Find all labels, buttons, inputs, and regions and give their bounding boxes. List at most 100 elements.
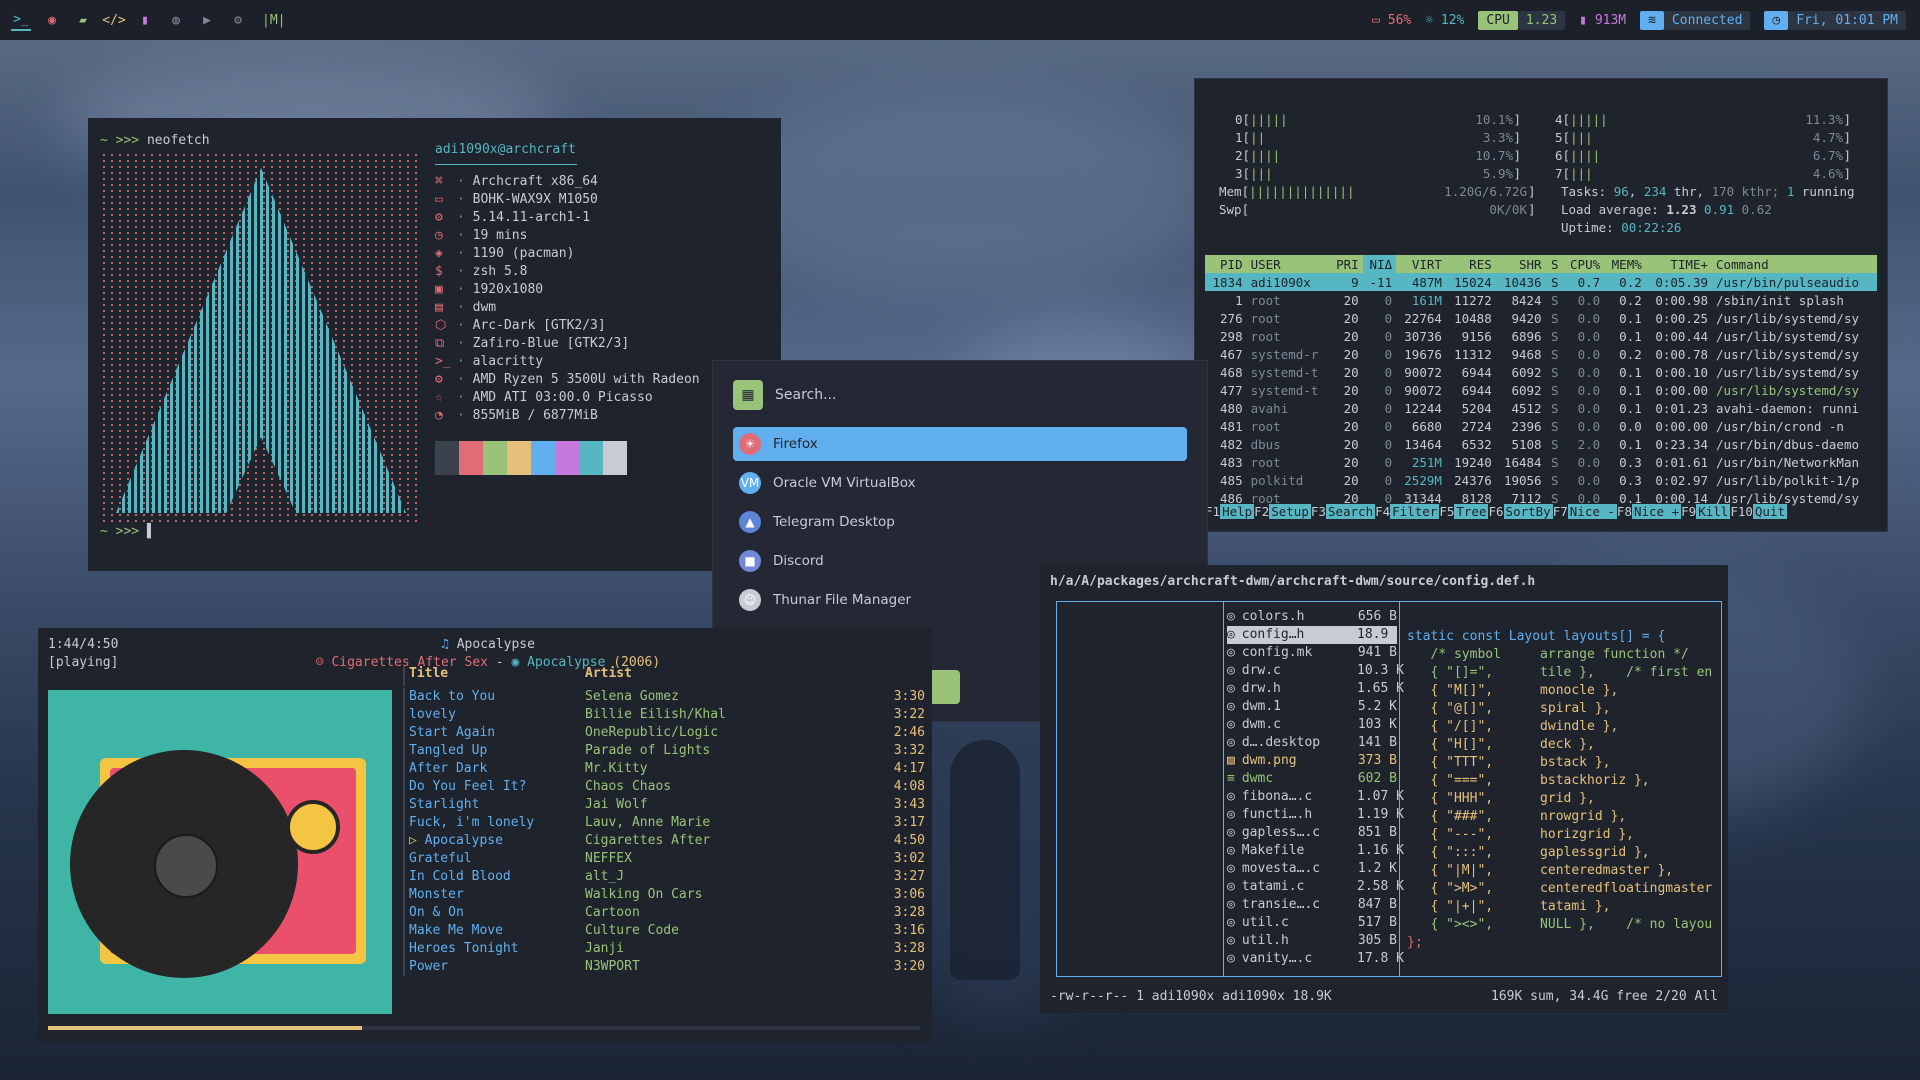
column-s[interactable]: S <box>1545 255 1563 273</box>
file-item[interactable]: ◎ d….desktop 141 B <box>1227 734 1397 752</box>
fkey-f6[interactable]: F6 <box>1488 504 1503 519</box>
track-row[interactable]: On & On Cartoon 3:28 <box>409 904 929 922</box>
file-item[interactable]: ◎ util.c 517 B <box>1227 914 1397 932</box>
fkey-label[interactable]: Help <box>1220 504 1255 519</box>
folder-icon[interactable]: ▰ <box>73 10 93 30</box>
table-row[interactable]: 467 systemd-r 20 0 19676 11312 9468 S 0.0 0.2 0:00… <box>1205 345 1877 363</box>
table-row[interactable]: 1 root 20 0 161M 11272 8424 S 0.0 0.2 0:00.98/sbin… <box>1205 291 1877 309</box>
fkey-f7[interactable]: F7 <box>1553 504 1568 519</box>
artist-column[interactable]: Artist <box>585 666 632 686</box>
fkey-f4[interactable]: F4 <box>1375 504 1390 519</box>
fkey-f2[interactable]: F2 <box>1254 504 1269 519</box>
neofetch-terminal[interactable]: ~ >>> neofetch adi1090x@archcraft ⌘ · Arc… <box>88 118 781 571</box>
book-icon[interactable]: ▮ <box>135 10 155 30</box>
battery-status[interactable]: ▭ 56% <box>1372 13 1411 28</box>
table-row[interactable]: 468 systemd-t 20 0 90072 6944 6092 S 0.0 0.1 0:00.… <box>1205 363 1877 381</box>
file-item[interactable]: ◎ dwm.c 103 K <box>1227 716 1397 734</box>
track-row[interactable]: In Cold Blood alt_J 3:27 <box>409 868 929 886</box>
table-row[interactable]: 1834 adi1090x 9 -11 487M 15024 10436 S 0.7 0.2 0:0… <box>1205 273 1877 291</box>
track-row[interactable]: Grateful NEFFEX 3:02 <box>409 850 929 868</box>
track-row[interactable]: Start Again OneRepublic/Logic 2:46 <box>409 724 929 742</box>
file-item[interactable]: ◎ tatami.c 2.58 K <box>1227 878 1404 896</box>
process-table[interactable]: PID USER PRI NIΔ VIRT RES SHR S CPU% MEM% TIME+ Com… <box>1205 255 1877 507</box>
track-row[interactable]: Monster Walking On Cars 3:06 <box>409 886 929 904</box>
fkey-f8[interactable]: F8 <box>1617 504 1632 519</box>
launcher-item-telegram-desktop[interactable]: ▲ Telegram Desktop <box>733 505 1187 539</box>
fkey-label[interactable]: Kill <box>1696 504 1731 519</box>
cpu-status[interactable]: CPU 1.23 <box>1478 10 1566 30</box>
track-row[interactable]: Starlight Jai Wolf 3:43 <box>409 796 929 814</box>
file-item[interactable]: ◎ Makefile 1.16 K <box>1227 842 1404 860</box>
file-item[interactable]: ◎ drw.c 10.3 K <box>1227 662 1404 680</box>
table-row[interactable]: 298 root 20 0 30736 9156 6896 S 0.0 0.1 0:00.44/us… <box>1205 327 1877 345</box>
file-item[interactable]: ◎ transie….c 847 B <box>1227 896 1397 914</box>
fkey-label[interactable]: Filter <box>1390 504 1440 519</box>
column-virt[interactable]: VIRT <box>1396 255 1446 273</box>
column-ni[interactable]: NIΔ <box>1362 255 1397 273</box>
table-row[interactable]: 481 root 20 0 6680 2724 2396 S 0.0 0.0 0:00.00/usr… <box>1205 417 1877 435</box>
fkey-label[interactable]: Tree <box>1454 504 1489 519</box>
file-item[interactable]: ◎ movesta….c 1.2 K <box>1227 860 1397 878</box>
table-row[interactable]: 483 root 20 0 251M 19240 16484 S 0.0 0.3 0:01.61/u… <box>1205 453 1877 471</box>
fkey-label[interactable]: Nice + <box>1631 504 1682 519</box>
fkey-f5[interactable]: F5 <box>1439 504 1454 519</box>
column-pid[interactable]: PID <box>1205 255 1247 273</box>
fkey-label[interactable]: Search <box>1325 504 1376 519</box>
track-row[interactable]: Heroes Tonight Janji 3:28 <box>409 940 929 958</box>
launcher-item-firefox[interactable]: ☀ Firefox <box>733 427 1187 461</box>
gear-icon[interactable]: ⚙ <box>228 10 248 30</box>
track-row[interactable]: lovely Billie Eilish/Khal 3:22 <box>409 706 929 724</box>
track-row[interactable]: After Dark Mr.Kitty 4:17 <box>409 760 929 778</box>
file-item[interactable]: ◎ config…h 18.9 K <box>1227 626 1404 644</box>
file-item[interactable]: ≡ dwmc 602 B <box>1227 770 1397 788</box>
file-item[interactable]: ◎ drw.h 1.65 K <box>1227 680 1404 698</box>
terminal-icon[interactable]: >_ <box>11 9 31 31</box>
column-pri[interactable]: PRI <box>1329 255 1363 273</box>
track-row[interactable]: Fuck, i'm lonely Lauv, Anne Marie 3:17 <box>409 814 929 832</box>
file-item[interactable]: ◎ config.mk 941 B <box>1227 644 1397 662</box>
table-row[interactable]: 480 avahi 20 0 12244 5204 4512 S 0.0 0.1 0:01.23 av… <box>1205 399 1877 417</box>
track-row[interactable]: Tangled Up Parade of Lights 3:32 <box>409 742 929 760</box>
code-icon[interactable]: </> <box>102 10 125 30</box>
track-row[interactable]: Back to You Selena Gomez 3:30 <box>409 688 929 706</box>
fkey-label[interactable]: Quit <box>1752 504 1787 519</box>
fkey-f3[interactable]: F3 <box>1311 504 1326 519</box>
layout-indicator[interactable]: |M| <box>262 13 285 28</box>
file-item[interactable]: ◎ dwm.1 5.2 K <box>1227 698 1397 716</box>
track-row[interactable]: Do You Feel It? Chaos Chaos 4:08 <box>409 778 929 796</box>
media-icon[interactable]: ▶ <box>197 10 217 30</box>
column-shr[interactable]: SHR <box>1495 255 1546 273</box>
file-item[interactable]: ◎ functi….h 1.19 K <box>1227 806 1404 824</box>
launcher-item-oracle-vm-virtualbox[interactable]: VM Oracle VM VirtualBox <box>733 466 1187 500</box>
table-row[interactable]: 477 systemd-t 20 0 90072 6944 6092 S 0.0 0.1 0:00.… <box>1205 381 1877 399</box>
search-input[interactable]: Search... <box>775 387 836 403</box>
file-item[interactable]: ▨ dwm.png 373 B <box>1227 752 1397 770</box>
clock[interactable]: ◷ Fri, 01:01 PM <box>1764 10 1906 30</box>
fkey-label[interactable]: Nice - <box>1567 504 1617 519</box>
wifi-status[interactable]: ≋ Connected <box>1640 10 1751 30</box>
fkey-label[interactable]: SortBy <box>1503 504 1553 519</box>
firefox-icon[interactable]: ◉ <box>42 10 62 30</box>
title-column[interactable]: Title <box>409 666 585 686</box>
file-item[interactable]: ◎ util.h 305 B <box>1227 932 1397 950</box>
column-time[interactable]: TIME+ <box>1645 255 1713 273</box>
htop-window[interactable]: 0[||||| 10.1%] 1[|| 3.3%] 2[|||| 10.7%] 3[||| 5… <box>1194 78 1888 532</box>
column-mem[interactable]: MEM% <box>1604 255 1646 273</box>
chat-icon[interactable]: ◍ <box>166 10 186 30</box>
file-manager[interactable]: h/a/A/packages/archcraft-dwm/archcraft-d… <box>1040 565 1728 1013</box>
brightness-status[interactable]: ☼ 12% <box>1425 13 1464 28</box>
track-row[interactable]: Make Me Move Culture Code 3:16 <box>409 922 929 940</box>
column-command[interactable]: Command <box>1712 255 1877 273</box>
search-bar[interactable]: ▦ Search... <box>733 377 1187 413</box>
music-player[interactable]: 1:44/4:50 [playing] ♫ Apocalypse ☺ Cigar… <box>38 628 932 1042</box>
file-item[interactable]: ◎ gapless….c 851 B <box>1227 824 1397 842</box>
track-row[interactable]: Power N3WPORT 3:20 <box>409 958 929 976</box>
table-row[interactable]: 485 polkitd 20 0 2529M 24376 19056 S 0.0 0.3 0:02.… <box>1205 471 1877 489</box>
fkey-label[interactable]: Setup <box>1269 504 1311 519</box>
file-item[interactable]: ◎ colors.h 656 B <box>1227 608 1397 626</box>
fkey-f10[interactable]: F10 <box>1730 504 1753 519</box>
table-row[interactable]: 276 root 20 0 22764 10488 9420 S 0.0 0.1 0:00.25/u… <box>1205 309 1877 327</box>
progress-bar[interactable] <box>48 1026 920 1030</box>
track-row[interactable]: ▷ Apocalypse Cigarettes After 4:50 <box>409 832 929 850</box>
file-item[interactable]: ◎ fibona….c 1.07 K <box>1227 788 1404 806</box>
